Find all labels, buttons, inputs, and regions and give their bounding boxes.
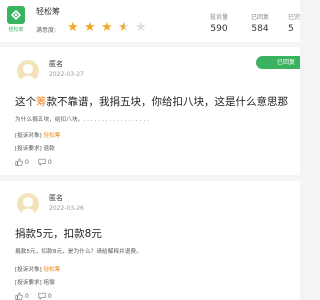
logo-icon [7, 6, 25, 24]
target-label: [投诉对象] [15, 267, 42, 273]
user-name: 匿名 [49, 194, 63, 202]
comment-icon [38, 158, 46, 166]
like-button[interactable]: 0 [15, 292, 29, 300]
avatar [17, 193, 39, 215]
complaint-date: 2022-03-27 [49, 71, 84, 78]
star-icon: ★ [118, 20, 130, 35]
star-icon: ★ [84, 20, 96, 35]
stat-label: 投诉量 [209, 14, 228, 21]
complaint-actions: 0 0 [15, 158, 61, 166]
complaint-card[interactable]: 匿名 2022-03-27 已回复 这个筹款不靠谱，我捐五块，你给扣八块，这是什… [0, 47, 300, 175]
status-label: 已回复 [276, 59, 295, 66]
demand-value: 赔偿 [43, 280, 55, 286]
stat-replied: 已回复 584 [245, 12, 275, 34]
star-icon: ★ [135, 20, 147, 35]
star-icon: ★ [67, 20, 79, 35]
merchant-logo[interactable]: 轻松筹 [7, 6, 25, 36]
demand-value: 退款 [43, 146, 55, 152]
target-value[interactable]: 轻松筹 [44, 267, 61, 273]
merchant-header: 轻松筹 轻松筹 满意度: ★ ★ ★ ★ ★ 投诉量 590 已回复 584 已… [0, 0, 300, 42]
complaint-demand: [投诉要求] 赔偿 [15, 278, 55, 286]
complaint-title[interactable]: 这个筹款不靠谱，我捐五块，你给扣八块，这是什么意思那 [15, 94, 288, 109]
complaint-target: [投诉对象] 轻松筹 [15, 131, 60, 139]
avatar [17, 60, 39, 82]
demand-label: [投诉要求] [15, 146, 42, 152]
stat-value: 5 [288, 24, 294, 34]
stat-label: 已回复 [250, 14, 269, 21]
stat-completed: 已完 5 [288, 12, 318, 34]
user-name: 匿名 [49, 60, 63, 68]
complaint-actions: 0 0 [15, 292, 61, 300]
status-badge: 已回复 [256, 56, 300, 69]
thumbs-up-icon [15, 292, 23, 300]
target-label: [投诉对象] [15, 133, 42, 139]
thumbs-up-icon [15, 158, 23, 166]
title-text: 这个 [15, 96, 36, 108]
stat-value: 584 [251, 24, 269, 34]
complaint-demand: [投诉要求] 退款 [15, 144, 55, 152]
comment-count: 0 [47, 158, 52, 166]
title-highlight: 筹 [36, 96, 47, 108]
like-count: 0 [25, 292, 29, 300]
comment-button[interactable]: 0 [38, 292, 52, 300]
brand-name[interactable]: 轻松筹 [36, 6, 60, 17]
complaint-date: 2022-03-26 [49, 205, 84, 212]
comment-icon [38, 292, 46, 300]
like-count: 0 [25, 158, 29, 166]
comment-count: 0 [47, 292, 52, 300]
stat-value: 590 [210, 24, 228, 34]
demand-label: [投诉要求] [15, 280, 42, 286]
satisfaction-label: 满意度: [36, 27, 57, 34]
complaint-card[interactable]: 匿名 2022-03-26 捐款5元，扣款8元 捐款5元，扣款8元，是为什么？请… [0, 181, 300, 300]
complaint-description: 为什么捐五块，给扣八块。. . . . . . . . . . . . . . … [15, 117, 150, 123]
stat-label: 已完 [288, 14, 301, 21]
complaint-description: 捐款5元，扣款8元，是为什么？请给解释并退费。 [15, 249, 142, 255]
logo-text: 轻松筹 [8, 27, 24, 33]
satisfaction-stars: ★ ★ ★ ★ ★ [67, 19, 152, 36]
star-icon: ★ [101, 20, 113, 35]
like-button[interactable]: 0 [15, 158, 29, 166]
complaint-target: [投诉对象] 轻松筹 [15, 265, 60, 273]
comment-button[interactable]: 0 [38, 158, 52, 166]
stat-complaints: 投诉量 590 [204, 12, 234, 34]
title-text: 款不靠谱，我捐五块，你给扣八块，这是什么意思那 [46, 96, 289, 108]
target-value[interactable]: 轻松筹 [44, 133, 61, 139]
complaint-title[interactable]: 捐款5元，扣款8元 [15, 226, 102, 241]
